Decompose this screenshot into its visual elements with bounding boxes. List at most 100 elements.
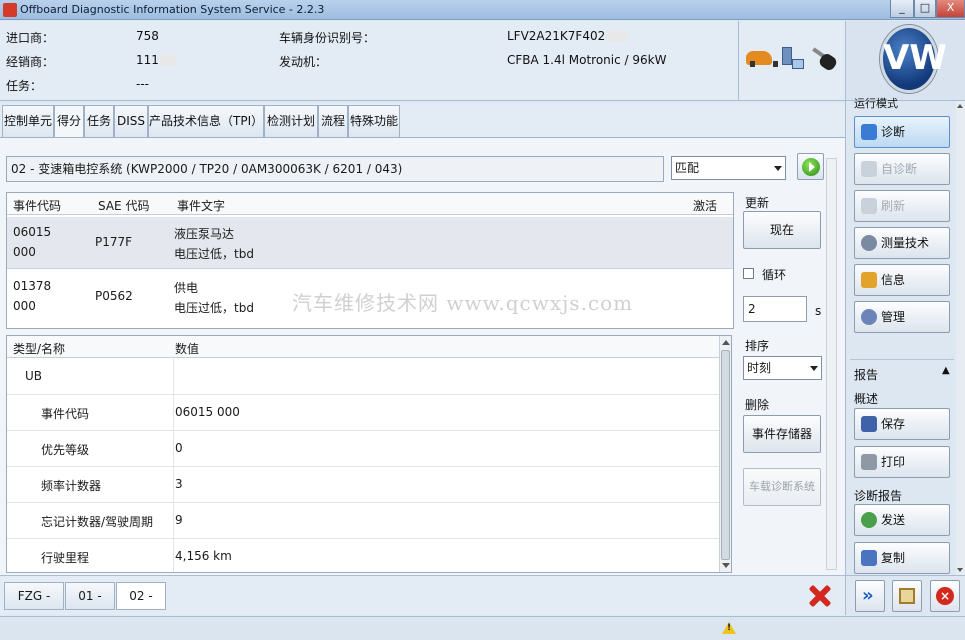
button-label: 发送 <box>881 513 906 527</box>
tab-control-units[interactable]: 控制单元 <box>2 105 54 137</box>
right-side-panel: 运行模式 诊断 自诊断 刷新 测量技术 信息 管理 报告 ▲ 概述 保存 打印 … <box>845 97 965 575</box>
event-text: 液压泵马达 <box>174 227 235 241</box>
tab-test-plan[interactable]: 检测计划 <box>264 105 318 137</box>
detail-scrollbar[interactable] <box>719 336 731 572</box>
detail-row[interactable]: 优先等级 0 <box>7 431 719 467</box>
column-value[interactable]: 数值 <box>175 340 199 357</box>
now-button[interactable]: 现在 <box>743 211 821 249</box>
divider <box>738 21 739 101</box>
chevron-down-icon <box>774 166 782 171</box>
network-computer-icon[interactable] <box>778 47 806 75</box>
detail-row[interactable]: 频率计数器 3 <box>7 467 719 503</box>
detail-value: 06015 000 <box>175 405 240 419</box>
tab-tpi[interactable]: 产品技术信息（TPI） <box>148 105 264 137</box>
bottom-tab-fzg-vbl[interactable]: FZG - VBL <box>4 582 64 629</box>
match-select[interactable]: 匹配 <box>671 156 786 180</box>
main-scrollbar[interactable] <box>826 158 837 570</box>
vin-label: 车辆身份识别号： <box>279 31 376 45</box>
bottom-tab-02-esp[interactable]: 02 - ESP <box>116 582 166 629</box>
detail-row[interactable]: 事件代码 06015 000 <box>7 395 719 431</box>
forward-button[interactable]: » <box>855 580 885 612</box>
tab-tasks[interactable]: 任务 <box>84 105 114 137</box>
system-description: 02 - 变速箱电控系统 (KWP2000 / TP20 / 0AM300063… <box>6 156 664 182</box>
vehicle-info-panel: 进口商： 758 经销商： 111 任务： --- 车辆身份识别号： LFV2A… <box>0 21 845 101</box>
sort-select[interactable]: 时刻 <box>743 356 822 380</box>
column-active[interactable]: 激活 <box>693 197 717 214</box>
column-type-name[interactable]: 类型/名称 <box>13 340 65 357</box>
importer-label: 进口商： <box>6 31 55 45</box>
minimize-button[interactable]: _ <box>890 0 914 18</box>
frame-icon <box>899 588 915 604</box>
column-event-code[interactable]: 事件代码 <box>13 197 61 214</box>
report-section-label: 报告 <box>854 368 879 382</box>
importer-value: 758 <box>136 29 159 43</box>
obd-button[interactable]: 车载诊断系统 <box>743 468 821 506</box>
fullscreen-button[interactable] <box>892 580 922 612</box>
diag-report-section-label: 诊断报告 <box>854 489 903 503</box>
event-subcode: 000 <box>13 299 36 313</box>
go-button[interactable] <box>797 153 824 180</box>
car-icon[interactable] <box>746 51 778 67</box>
engine-label: 发动机： <box>279 55 328 69</box>
books-icon <box>861 272 877 288</box>
bottom-tab-01-esp[interactable]: 01 - ESP <box>65 582 115 629</box>
flash-icon <box>861 198 877 214</box>
double-chevron-right-icon: » <box>862 585 874 606</box>
detail-value: 3 <box>175 477 183 491</box>
info-button[interactable]: 信息 <box>854 264 950 296</box>
vin-value-wrap: LFV2A21K7F402 <box>507 29 629 43</box>
scroll-up-icon[interactable] <box>722 340 730 345</box>
detail-value: 0 <box>175 441 183 455</box>
detail-row[interactable]: 忘记计数器/驾驶周期 9 <box>7 503 719 539</box>
arrow-right-icon <box>802 158 820 176</box>
maximize-button[interactable]: □ <box>914 0 936 18</box>
app-icon <box>3 3 17 17</box>
floppy-disk-icon <box>861 416 877 432</box>
scroll-up-icon[interactable] <box>957 104 963 108</box>
interval-input[interactable]: 2 <box>743 296 807 322</box>
button-label: 诊断 <box>881 125 906 139</box>
flash-button[interactable]: 刷新 <box>854 190 950 222</box>
scroll-thumb[interactable] <box>721 350 730 560</box>
key-icon[interactable] <box>810 47 839 73</box>
event-row[interactable]: 06015 000 P177F 液压泵马达 电压过低，tbd <box>7 217 733 269</box>
button-label: 复制 <box>881 551 906 565</box>
save-button[interactable]: 保存 <box>854 408 950 440</box>
exit-button[interactable]: × <box>930 580 960 612</box>
print-button[interactable]: 打印 <box>854 446 950 478</box>
control-unit-tabs: FZG - VBL 01 - ESP 02 - ESP <box>0 575 845 629</box>
scroll-down-icon[interactable] <box>722 563 730 568</box>
button-label: 管理 <box>881 310 906 324</box>
title-bar: Offboard Diagnostic Information System S… <box>0 0 965 20</box>
column-sae-code[interactable]: SAE 代码 <box>98 197 149 214</box>
self-diagnosis-button[interactable]: 自诊断 <box>854 153 950 185</box>
tab-special-functions[interactable]: 特殊功能 <box>348 105 400 137</box>
tab-process[interactable]: 流程 <box>318 105 348 137</box>
close-button[interactable]: X <box>936 0 965 18</box>
detail-group-row[interactable]: UB <box>7 359 719 395</box>
main-content: 02 - 变速箱电控系统 (KWP2000 / TP20 / 0AM300063… <box>0 137 845 575</box>
scroll-down-icon[interactable] <box>957 568 963 572</box>
admin-button[interactable]: 管理 <box>854 301 950 333</box>
right-panel-scrollbar[interactable] <box>956 101 965 575</box>
event-text-detail: 电压过低，tbd <box>174 301 254 315</box>
loop-checkbox[interactable] <box>743 268 754 279</box>
redaction-mask <box>606 31 629 42</box>
tab-score[interactable]: 得分 <box>54 105 84 139</box>
detail-row[interactable]: 行驶里程 4,156 km <box>7 539 719 572</box>
copy-button[interactable]: 复制 <box>854 542 950 574</box>
tab-diss[interactable]: DISS <box>114 105 148 137</box>
warning-icon[interactable] <box>722 622 736 634</box>
cancel-x-icon[interactable] <box>807 583 833 609</box>
event-table-header: 事件代码 SAE 代码 事件文字 激活 <box>7 193 733 215</box>
detail-value: 9 <box>175 513 183 527</box>
send-button[interactable]: 发送 <box>854 504 950 536</box>
brand-logo-panel: VW <box>845 21 965 101</box>
collapse-icon[interactable]: ▲ <box>942 365 950 376</box>
diagnosis-button[interactable]: 诊断 <box>854 116 950 148</box>
sae-code: P177F <box>95 235 133 249</box>
exit-icon: × <box>936 587 954 605</box>
measurement-button[interactable]: 测量技术 <box>854 227 950 259</box>
event-memory-button[interactable]: 事件存储器 <box>743 415 821 453</box>
column-event-text[interactable]: 事件文字 <box>177 197 225 214</box>
